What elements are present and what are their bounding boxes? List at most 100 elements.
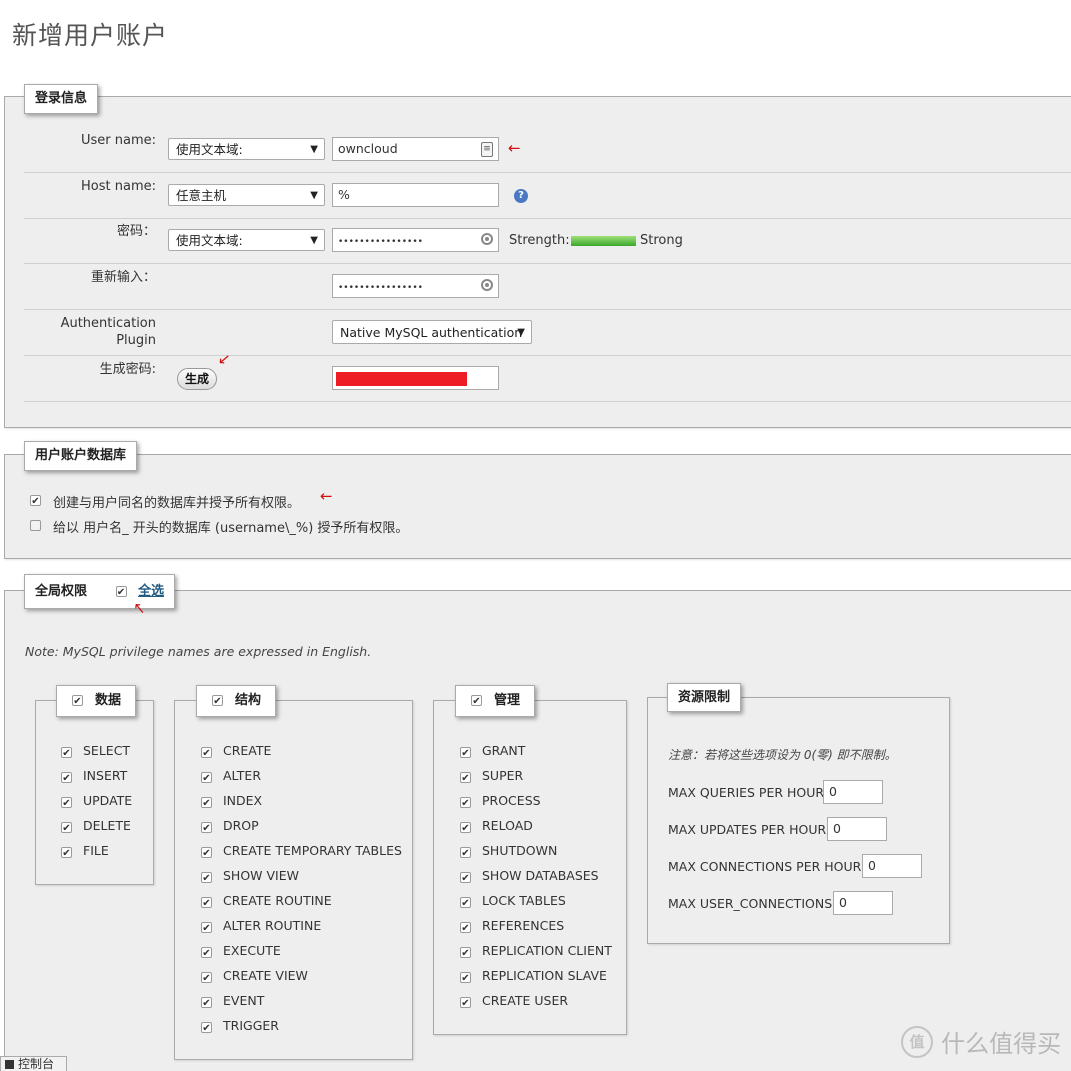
wildcard-db-checkbox[interactable] (30, 520, 41, 531)
privilege-label: TRIGGER (223, 1018, 279, 1033)
privilege-item[interactable]: ✔ INDEX (201, 788, 402, 813)
privilege-checkbox[interactable]: ✔ (460, 772, 471, 784)
privilege-item[interactable]: ✔ EVENT (201, 988, 402, 1013)
generate-password-button[interactable]: 生成 (177, 368, 217, 390)
privilege-checkbox[interactable]: ✔ (61, 822, 72, 834)
chevron-down-icon: ▼ (310, 235, 318, 246)
auth-plugin-label: Authentication Plugin (24, 315, 156, 349)
privilege-checkbox[interactable]: ✔ (201, 947, 212, 959)
privilege-checkbox[interactable]: ✔ (61, 797, 72, 809)
privilege-item[interactable]: ✔ CREATE (201, 738, 402, 763)
console-tab[interactable]: 控制台 (0, 1056, 67, 1071)
privilege-checkbox[interactable]: ✔ (201, 1022, 212, 1034)
privilege-item[interactable]: ✔ RELOAD (460, 813, 612, 838)
privilege-item[interactable]: ✔ REFERENCES (460, 913, 612, 938)
privilege-item[interactable]: ✔ SUPER (460, 763, 612, 788)
privilege-item[interactable]: ✔ FILE (61, 838, 132, 863)
privilege-item[interactable]: ✔ ALTER (201, 763, 402, 788)
password-reveal-icon[interactable] (481, 279, 493, 291)
auth-plugin-label-line2: Plugin (116, 333, 156, 348)
auth-plugin-value: Native MySQL authentication (340, 325, 523, 340)
password-type-select[interactable]: 使用文本域: ▼ (168, 229, 325, 251)
max-queries-input[interactable]: 0 (823, 780, 883, 804)
privilege-checkbox[interactable]: ✔ (61, 747, 72, 759)
admin-group-legend: ✔ 管理 (455, 685, 536, 717)
chevron-down-icon: ▼ (517, 327, 525, 338)
help-icon[interactable]: ? (514, 189, 528, 203)
privilege-checkbox[interactable]: ✔ (460, 822, 471, 834)
data-privilege-list: ✔ SELECT ✔ INSERT ✔ UPDATE ✔ DELETE ✔ FILE (61, 738, 132, 863)
privilege-label: CREATE ROUTINE (223, 893, 332, 908)
password-value: •••••••••••••••• (338, 237, 423, 247)
privilege-item[interactable]: ✔ GRANT (460, 738, 612, 763)
privilege-item[interactable]: ✔ PROCESS (460, 788, 612, 813)
privilege-checkbox[interactable]: ✔ (460, 922, 471, 934)
max-connections-input[interactable]: 0 (862, 854, 922, 878)
select-all-checkbox[interactable]: ✔ (115, 586, 127, 598)
max-connections-label: MAX CONNECTIONS PER HOUR (668, 859, 862, 874)
privilege-checkbox[interactable]: ✔ (201, 822, 212, 834)
create-db-checkbox[interactable]: ✔ (30, 495, 41, 507)
username-input[interactable]: owncloud ≡ (332, 137, 499, 161)
privilege-checkbox[interactable]: ✔ (201, 872, 212, 884)
privilege-checkbox[interactable]: ✔ (460, 872, 471, 884)
privilege-checkbox[interactable]: ✔ (61, 847, 72, 859)
privilege-item[interactable]: ✔ INSERT (61, 763, 132, 788)
privilege-label: CREATE (223, 743, 272, 758)
privilege-checkbox[interactable]: ✔ (460, 972, 471, 984)
privilege-item[interactable]: ✔ CREATE USER (460, 988, 612, 1013)
hostname-type-select[interactable]: 任意主机 ▼ (168, 184, 325, 206)
username-type-select[interactable]: 使用文本域: ▼ (168, 138, 325, 160)
privilege-checkbox[interactable]: ✔ (201, 847, 212, 859)
privilege-item[interactable]: ✔ DELETE (61, 813, 132, 838)
retype-input[interactable]: •••••••••••••••• (332, 274, 499, 298)
privilege-item[interactable]: ✔ TRIGGER (201, 1013, 402, 1038)
password-reveal-icon[interactable] (481, 233, 493, 245)
privilege-item[interactable]: ✔ SHOW VIEW (201, 863, 402, 888)
privilege-checkbox[interactable]: ✔ (460, 847, 471, 859)
structure-group-checkbox[interactable]: ✔ (212, 695, 223, 707)
privilege-checkbox[interactable]: ✔ (460, 997, 471, 1009)
privilege-item[interactable]: ✔ DROP (201, 813, 402, 838)
hostname-input[interactable]: % (332, 183, 499, 207)
privilege-checkbox[interactable]: ✔ (201, 797, 212, 809)
privilege-checkbox[interactable]: ✔ (201, 747, 212, 759)
row-divider (24, 263, 1071, 264)
annotation-arrow-icon: ← (320, 487, 333, 505)
admin-group-checkbox[interactable]: ✔ (471, 695, 482, 707)
generated-password-input[interactable] (332, 366, 499, 390)
privilege-item[interactable]: ✔ EXECUTE (201, 938, 402, 963)
strength-text: Strong (640, 233, 683, 248)
privilege-item[interactable]: ✔ CREATE VIEW (201, 963, 402, 988)
privilege-item[interactable]: ✔ ALTER ROUTINE (201, 913, 402, 938)
privilege-checkbox[interactable]: ✔ (201, 997, 212, 1009)
privilege-item[interactable]: ✔ UPDATE (61, 788, 132, 813)
max-updates-label: MAX UPDATES PER HOUR (668, 822, 827, 837)
privilege-checkbox[interactable]: ✔ (201, 922, 212, 934)
privilege-checkbox[interactable]: ✔ (201, 972, 212, 984)
privilege-item[interactable]: ✔ REPLICATION SLAVE (460, 963, 612, 988)
console-icon (5, 1060, 14, 1069)
privilege-item[interactable]: ✔ SHOW DATABASES (460, 863, 612, 888)
privilege-checkbox[interactable]: ✔ (460, 947, 471, 959)
privilege-checkbox[interactable]: ✔ (201, 772, 212, 784)
privilege-item[interactable]: ✔ SELECT (61, 738, 132, 763)
privilege-item[interactable]: ✔ CREATE TEMPORARY TABLES (201, 838, 402, 863)
privilege-checkbox[interactable]: ✔ (460, 897, 471, 909)
privilege-item[interactable]: ✔ REPLICATION CLIENT (460, 938, 612, 963)
privilege-label: EVENT (223, 993, 265, 1008)
privilege-checkbox[interactable]: ✔ (460, 797, 471, 809)
privilege-checkbox[interactable]: ✔ (201, 897, 212, 909)
password-input[interactable]: •••••••••••••••• (332, 228, 499, 252)
privilege-item[interactable]: ✔ LOCK TABLES (460, 888, 612, 913)
watermark: 值 什么值得买 (901, 1024, 1061, 1060)
data-group-checkbox[interactable]: ✔ (72, 695, 83, 707)
privilege-checkbox[interactable]: ✔ (460, 747, 471, 759)
max-updates-input[interactable]: 0 (827, 817, 887, 841)
privilege-item[interactable]: ✔ SHUTDOWN (460, 838, 612, 863)
privilege-checkbox[interactable]: ✔ (61, 772, 72, 784)
max-user-connections-input[interactable]: 0 (833, 891, 893, 915)
auth-plugin-select[interactable]: Native MySQL authentication ▼ (332, 320, 532, 344)
privilege-item[interactable]: ✔ CREATE ROUTINE (201, 888, 402, 913)
privilege-label: SHUTDOWN (482, 843, 558, 858)
